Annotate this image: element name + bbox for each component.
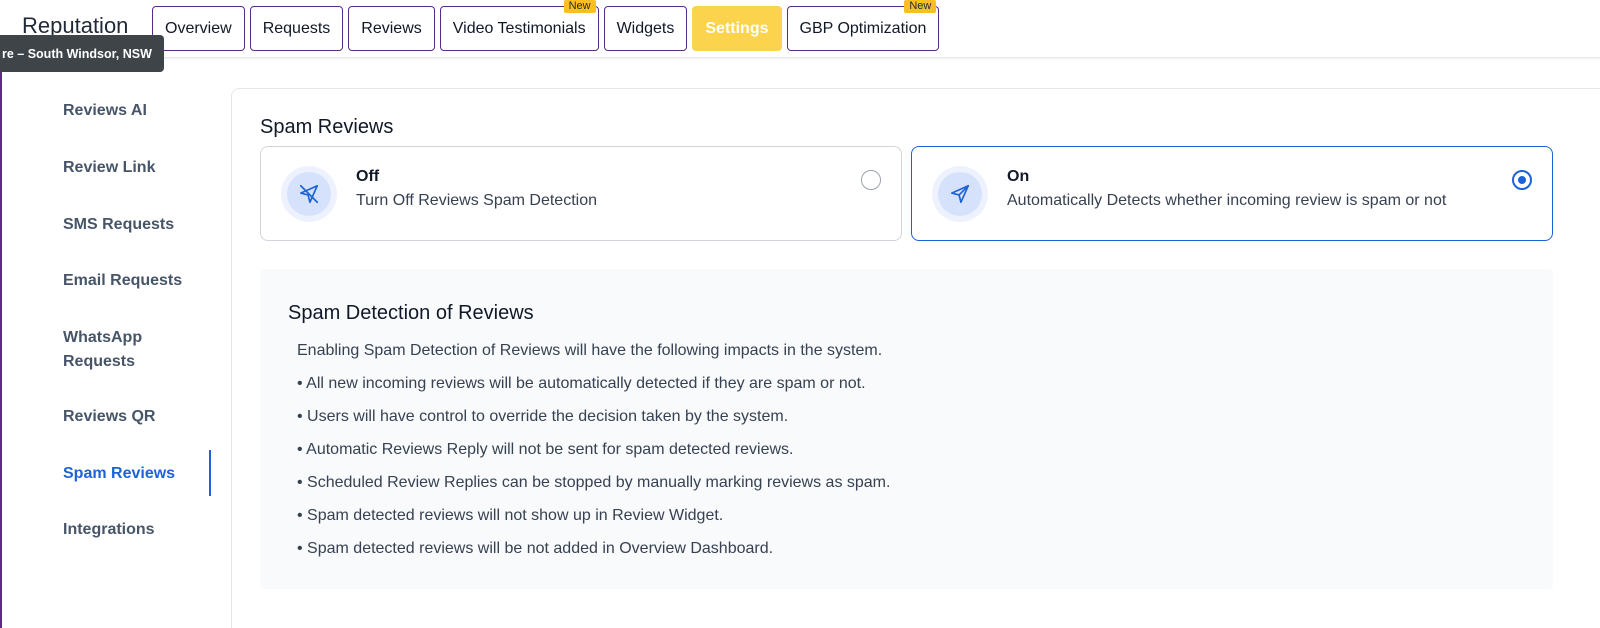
info-title: Spam Detection of Reviews [288, 302, 534, 324]
sidebar-item-whatsapp-requests[interactable]: WhatsApp Requests [63, 326, 173, 374]
icon-circle [281, 166, 337, 222]
send-icon [938, 172, 982, 216]
tab-label: Overview [165, 19, 232, 37]
option-description: Automatically Detects whether incoming r… [1007, 192, 1447, 209]
list-item: • Scheduled Review Replies can be stoppe… [297, 474, 891, 491]
sidebar-item-email-requests[interactable]: Email Requests [63, 269, 211, 293]
main-tabs: Overview Requests Reviews Video Testimon… [152, 0, 940, 51]
tab-label: GBP Optimization [799, 19, 927, 37]
tab-reviews[interactable]: Reviews [348, 6, 435, 51]
location-tooltip: re – South Windsor, NSW [0, 35, 164, 72]
option-description: Turn Off Reviews Spam Detection [356, 192, 597, 209]
info-intro: Enabling Spam Detection of Reviews will … [297, 342, 883, 359]
sidebar-item-spam-reviews[interactable]: Spam Reviews [63, 462, 211, 486]
spam-option-off[interactable]: Off Turn Off Reviews Spam Detection [260, 146, 902, 241]
spam-detection-info: Spam Detection of Reviews Enabling Spam … [260, 269, 1553, 589]
page-title: Spam Reviews [260, 116, 394, 138]
top-header: Reputation Overview Requests Reviews Vid… [0, 0, 1600, 58]
tab-video-testimonials[interactable]: Video Testimonials New [439, 0, 599, 51]
tab-overview[interactable]: Overview [152, 6, 245, 51]
sidebar-item-integrations[interactable]: Integrations [63, 518, 211, 542]
tab-requests[interactable]: Requests [249, 6, 344, 51]
tab-label: Settings [705, 19, 769, 37]
new-badge: New [563, 0, 596, 13]
send-off-icon [287, 172, 331, 216]
sidebar-item-sms-requests[interactable]: SMS Requests [63, 213, 211, 237]
tab-settings[interactable]: Settings [692, 6, 782, 51]
window-edge [0, 0, 2, 628]
icon-circle [932, 166, 988, 222]
new-badge: New [904, 0, 937, 13]
sidebar-active-indicator [209, 450, 211, 496]
info-points: • All new incoming reviews will be autom… [297, 374, 890, 572]
tab-label: Video Testimonials [452, 19, 586, 37]
tab-widgets[interactable]: Widgets [603, 6, 688, 51]
option-title: Off [356, 168, 380, 185]
list-item: • Users will have control to override th… [297, 408, 789, 425]
tab-label: Reviews [361, 19, 422, 37]
list-item: • Automatic Reviews Reply will not be se… [297, 441, 794, 458]
spam-option-on[interactable]: On Automatically Detects whether incomin… [911, 146, 1553, 241]
tab-label: Requests [262, 19, 331, 37]
sidebar-item-reviews-qr[interactable]: Reviews QR [63, 405, 211, 429]
list-item: • Spam detected reviews will not show up… [297, 507, 724, 524]
radio-off[interactable] [861, 170, 881, 190]
list-item: • Spam detected reviews will be not adde… [297, 540, 774, 557]
list-item: • All new incoming reviews will be autom… [297, 375, 866, 392]
sidebar-item-review-link[interactable]: Review Link [63, 156, 211, 180]
radio-on[interactable] [1512, 170, 1532, 190]
tab-gbp-optimization[interactable]: GBP Optimization New [786, 0, 940, 51]
option-title: On [1007, 168, 1030, 185]
tab-label: Widgets [616, 19, 675, 37]
sidebar-item-reviews-ai[interactable]: Reviews AI [63, 99, 211, 123]
